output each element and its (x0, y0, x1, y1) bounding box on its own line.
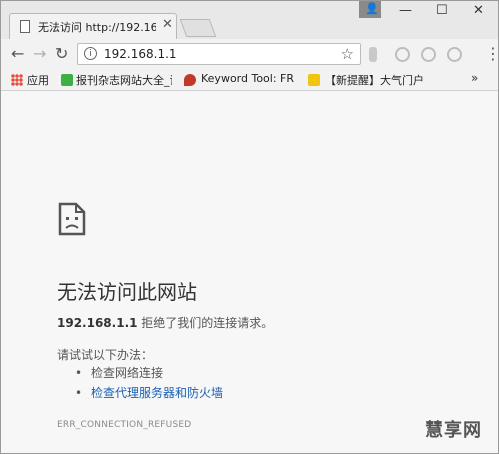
info-icon[interactable]: i (84, 47, 97, 60)
bookmark-portal[interactable]: 【新提醒】大气门户 (325, 72, 424, 88)
star-icon[interactable]: ☆ (341, 45, 354, 63)
maximize-button[interactable]: ☐ (436, 3, 448, 18)
reload-icon[interactable]: ↻ (55, 44, 68, 63)
sad-page-icon (58, 202, 86, 236)
profile-button[interactable]: 👤 (359, 1, 381, 18)
tab-title: 无法访问 http://192.168 (38, 21, 156, 34)
browser-tab[interactable]: 无法访问 http://192.168 ✕ (9, 13, 177, 39)
error-message-text: 拒绝了我们的连接请求。 (137, 316, 274, 330)
browser-window: 无法访问 http://192.168 ✕ 👤 — ☐ ✕ ← → ↻ i 19… (0, 0, 499, 454)
page-icon (20, 20, 30, 33)
bookmarks-bar: 应用 报刊杂志网站大全_识 Keyword Tool: FREE 【新提醒】大气… (1, 69, 498, 91)
error-host: 192.168.1.1 (57, 316, 138, 330)
extension-icon[interactable] (369, 47, 377, 62)
forward-arrow-icon[interactable]: → (33, 44, 46, 63)
bookmark-site-icon (61, 74, 73, 86)
error-title: 无法访问此网站 (57, 280, 197, 304)
more-bookmarks-icon[interactable]: » (471, 71, 478, 85)
close-icon[interactable]: ✕ (162, 17, 173, 32)
menu-icon[interactable]: ⋮ (485, 44, 498, 63)
try-suggestions-label: 请试试以下办法： (57, 348, 154, 362)
user-icon: 👤 (365, 2, 379, 15)
extension-icon-3[interactable] (447, 47, 462, 62)
bookmark-journals[interactable]: 报刊杂志网站大全_识 (76, 72, 172, 88)
back-arrow-icon[interactable]: ← (11, 44, 24, 63)
watermark: 慧享网 (425, 420, 482, 441)
minimize-button[interactable]: — (399, 3, 412, 18)
tab-strip: 无法访问 http://192.168 ✕ 👤 — ☐ ✕ (1, 1, 498, 39)
bookmark-apps[interactable]: 应用 (27, 72, 49, 88)
url-text[interactable]: 192.168.1.1 (104, 47, 177, 61)
bookmark-keyword-tool[interactable]: Keyword Tool: FREE (201, 72, 295, 85)
suggestion-check-network: 检查网络连接 (75, 363, 223, 383)
suggestions-list: 检查网络连接 检查代理服务器和防火墙 (75, 363, 223, 403)
page-content: 无法访问此网站 192.168.1.1 拒绝了我们的连接请求。 请试试以下办法：… (1, 92, 498, 453)
extension-icon-2[interactable] (421, 47, 436, 62)
new-tab-button[interactable] (179, 19, 217, 37)
bookmark-pin-icon (184, 74, 196, 86)
apps-grid-icon (11, 74, 23, 86)
error-message: 192.168.1.1 拒绝了我们的连接请求。 (57, 314, 273, 331)
bookmark-folder-icon (308, 74, 320, 86)
error-code: ERR_CONNECTION_REFUSED (57, 420, 192, 430)
extension-shield-icon[interactable] (395, 47, 410, 62)
suggestion-check-proxy-link[interactable]: 检查代理服务器和防火墙 (75, 383, 223, 403)
toolbar: ← → ↻ i 192.168.1.1 ☆ ⋮ (1, 39, 498, 69)
window-close-button[interactable]: ✕ (473, 3, 484, 18)
address-bar[interactable]: i 192.168.1.1 ☆ (77, 43, 361, 65)
